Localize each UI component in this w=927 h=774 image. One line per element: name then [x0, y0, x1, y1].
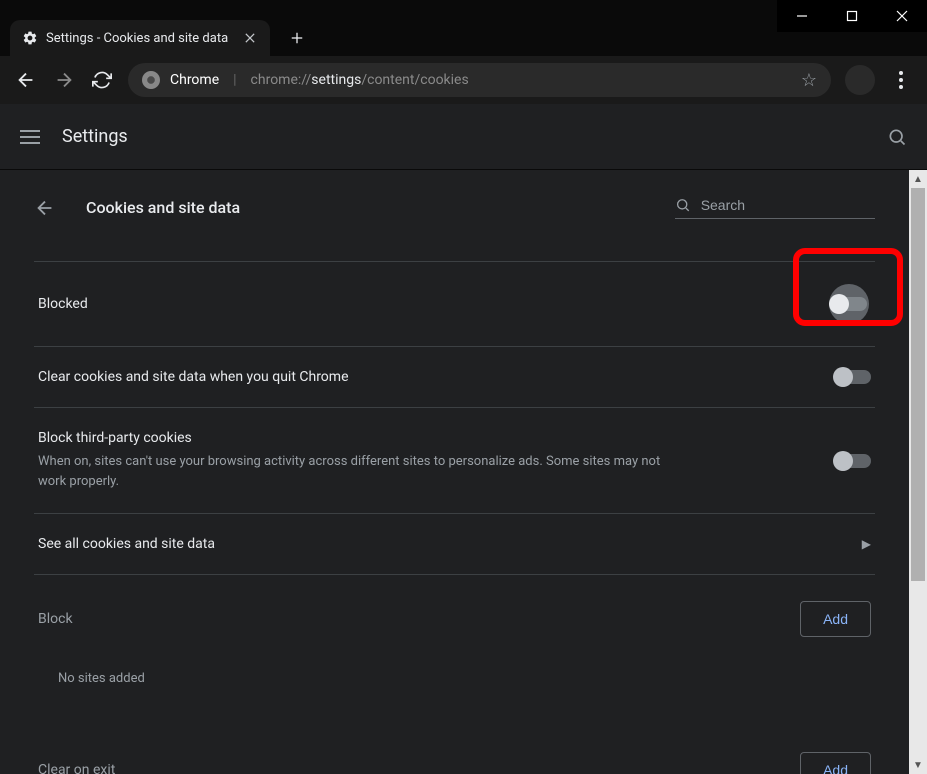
settings-header: Settings — [0, 104, 927, 170]
section-label: Clear on exit — [38, 762, 115, 774]
search-icon[interactable] — [887, 127, 907, 147]
nav-back-button[interactable] — [14, 68, 38, 92]
setting-label: See all cookies and site data — [38, 536, 862, 552]
setting-label: Block third-party cookies — [38, 430, 835, 446]
section-label: Block — [38, 611, 73, 627]
window-maximize-button[interactable] — [827, 0, 877, 32]
block-empty-message: No sites added — [34, 657, 875, 726]
setting-row-clear-on-quit[interactable]: Clear cookies and site data when you qui… — [34, 347, 875, 408]
gear-icon — [22, 30, 38, 46]
scrollbar-down-arrow[interactable]: ▼ — [909, 756, 927, 774]
window-close-button[interactable] — [877, 0, 927, 32]
omnibox-brand: Chrome — [170, 72, 219, 88]
setting-label: Clear cookies and site data when you qui… — [38, 369, 835, 385]
tab-close-button[interactable] — [242, 30, 258, 46]
section-clear-on-exit: Clear on exit Add — [34, 726, 875, 774]
toggle-blocked[interactable] — [829, 284, 869, 324]
nav-forward-button[interactable] — [52, 68, 76, 92]
omnibox-url: chrome://settings/content/cookies — [251, 72, 469, 88]
search-input[interactable] — [701, 197, 875, 213]
setting-description: When on, sites can't use your browsing a… — [38, 452, 678, 491]
section-block: Block Add — [34, 575, 875, 657]
bookmark-star-icon[interactable]: ☆ — [801, 70, 817, 91]
chevron-right-icon: ▶ — [862, 537, 871, 551]
add-block-button[interactable]: Add — [800, 601, 871, 637]
add-clear-on-exit-button[interactable]: Add — [800, 752, 871, 774]
tab-title: Settings - Cookies and site data — [46, 31, 228, 46]
window-minimize-button[interactable] — [777, 0, 827, 32]
omnibox[interactable]: Chrome | chrome://settings/content/cooki… — [128, 63, 831, 97]
chrome-icon — [142, 71, 160, 89]
toggle-block-third-party[interactable] — [835, 454, 871, 468]
search-icon — [675, 196, 691, 214]
setting-row-blocked[interactable]: Blocked — [34, 261, 875, 347]
menu-hamburger-button[interactable] — [20, 130, 40, 144]
setting-label: Blocked — [38, 296, 829, 312]
scrollbar-up-arrow[interactable]: ▲ — [909, 170, 927, 188]
page-title: Cookies and site data — [86, 198, 240, 217]
settings-content: Cookies and site data Blocked Clear cook… — [0, 170, 909, 774]
inline-search[interactable] — [675, 196, 875, 219]
new-tab-button[interactable] — [282, 23, 312, 53]
address-bar: Chrome | chrome://settings/content/cooki… — [0, 56, 927, 104]
setting-row-see-all[interactable]: See all cookies and site data ▶ — [34, 514, 875, 575]
setting-row-block-third-party[interactable]: Block third-party cookies When on, sites… — [34, 408, 875, 514]
profile-avatar[interactable] — [845, 65, 875, 95]
toggle-clear-on-quit[interactable] — [835, 370, 871, 384]
browser-menu-button[interactable] — [889, 71, 913, 89]
scrollbar[interactable]: ▲ ▼ — [909, 170, 927, 774]
nav-reload-button[interactable] — [90, 68, 114, 92]
back-arrow-button[interactable] — [34, 197, 56, 219]
settings-title: Settings — [62, 126, 128, 147]
browser-tab[interactable]: Settings - Cookies and site data — [10, 20, 270, 56]
scrollbar-thumb[interactable] — [911, 188, 925, 581]
